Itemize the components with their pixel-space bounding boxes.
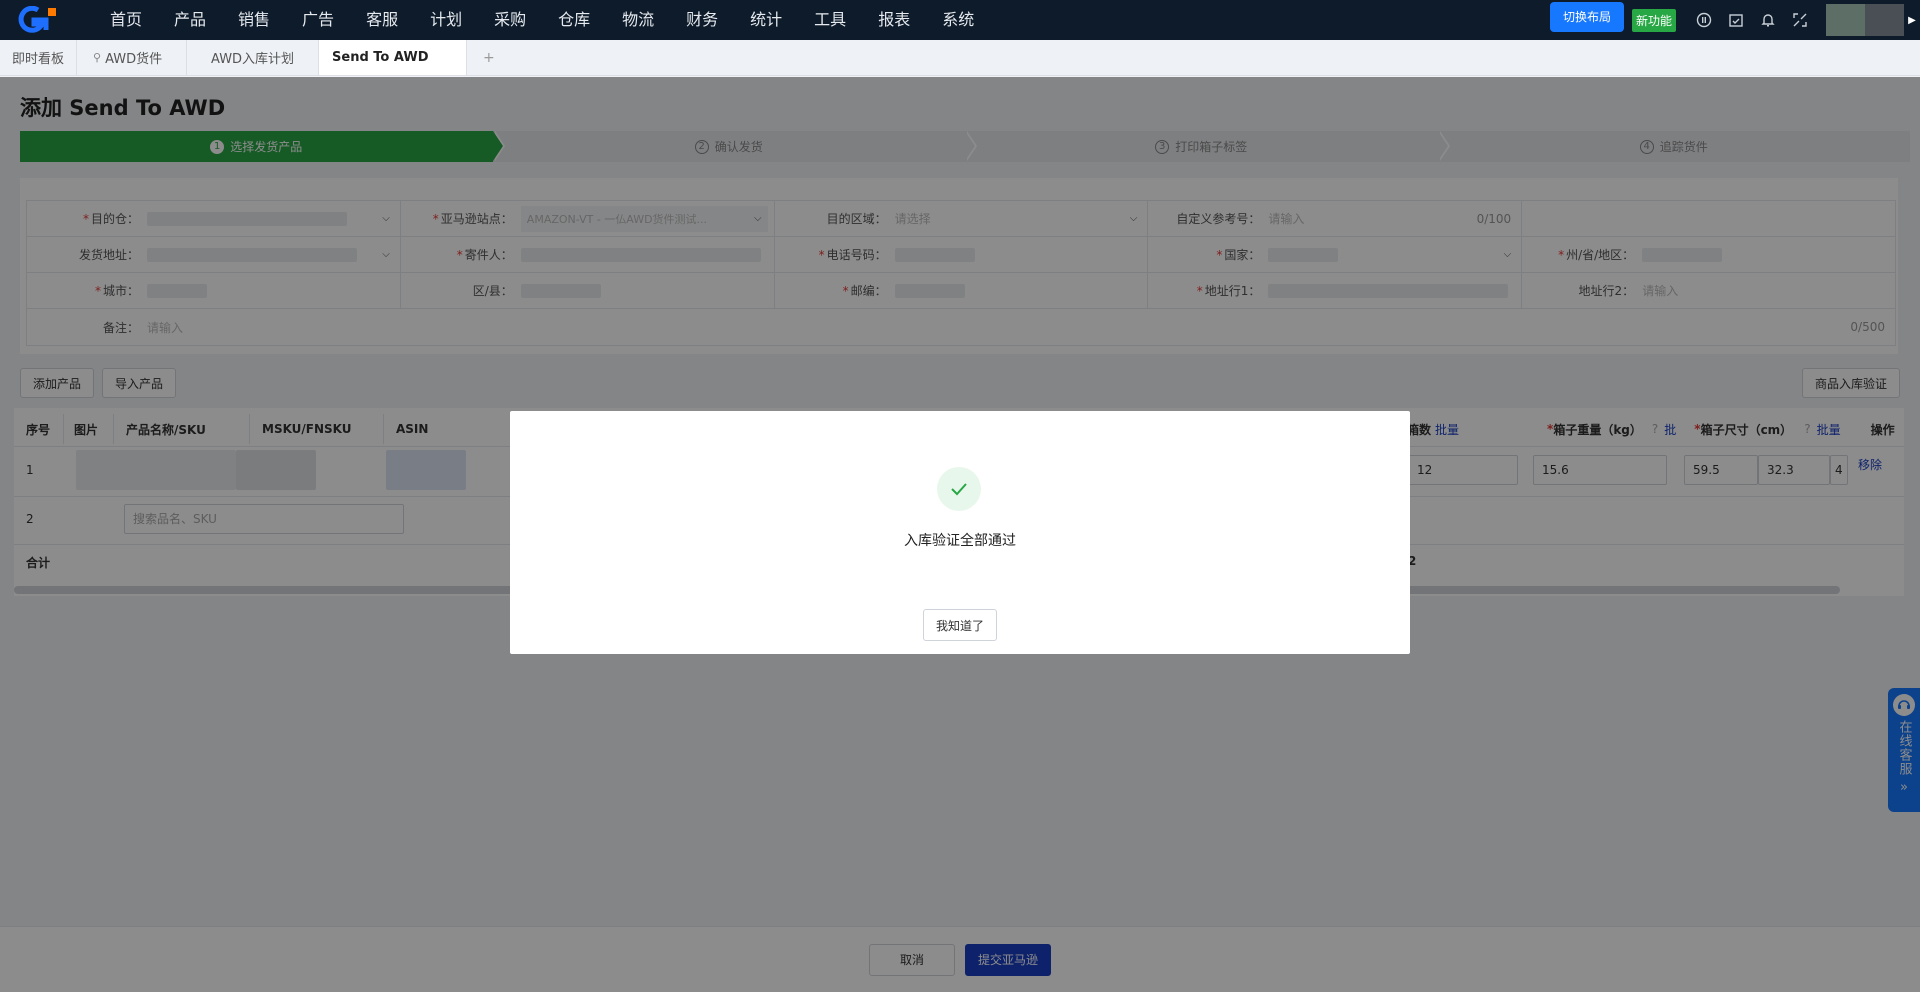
overlay-top xyxy=(0,0,1920,77)
verification-result-dialog: 入库验证全部通过 我知道了 xyxy=(510,411,1410,654)
success-check-icon xyxy=(937,467,981,511)
dialog-message: 入库验证全部通过 xyxy=(904,533,1016,549)
acknowledge-button[interactable]: 我知道了 xyxy=(923,609,997,641)
